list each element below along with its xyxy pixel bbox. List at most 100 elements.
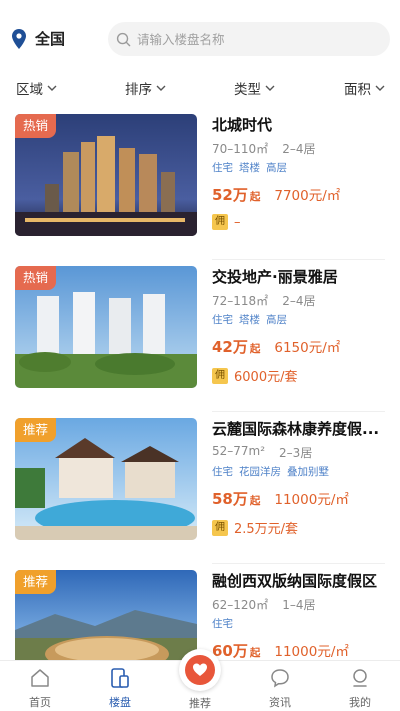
tab-mine[interactable]: 我的 xyxy=(330,667,390,710)
listing-card[interactable]: 推荐 融创西双版纳国际度假区 62–120㎡ 1–4居 住宅 60万 起 110… xyxy=(0,564,400,660)
tab-buildings-label: 楼盘 xyxy=(109,696,131,709)
listing-area: 62–120㎡ xyxy=(212,598,269,612)
search-icon xyxy=(116,32,131,46)
commission-icon: 佣 xyxy=(212,519,228,536)
listing-price: 60万 起 11000元/㎡ xyxy=(212,640,392,660)
chevron-down-icon xyxy=(156,85,166,91)
listing-area: 52–77m² xyxy=(212,444,266,458)
listing-tag: 住宅 xyxy=(212,618,233,630)
listing-meta: 62–120㎡ 1–4居 xyxy=(212,596,392,613)
hot-badge: 热销 xyxy=(15,266,57,290)
listing-card[interactable]: 热销 交投地产·丽景雅居 72–118㎡ 2–4居 住宅 塔楼 高层 42万 起… xyxy=(0,260,400,412)
listing-tag: 高层 xyxy=(266,162,287,174)
top-bar: 全国 xyxy=(0,0,400,66)
tab-recommend-label: 推荐 xyxy=(189,697,211,710)
filter-region-label: 区域 xyxy=(16,82,43,98)
listing-info: 云麓国际森林康养度假... 52–77m² 2–3居 住宅 花园洋房 叠加别墅 … xyxy=(212,418,392,537)
listing-meta: 70–110㎡ 2–4居 xyxy=(212,140,392,157)
commission-icon: 佣 xyxy=(212,367,228,384)
filter-bar: 区域 排序 类型 面积 xyxy=(0,74,400,102)
chevron-down-icon xyxy=(47,85,57,91)
listing-meta: 72–118㎡ 2–4居 xyxy=(212,292,392,309)
listing-rooms: 2–4居 xyxy=(282,142,316,156)
listing-price: 42万 起 6150元/㎡ xyxy=(212,336,392,357)
listing-tag: 住宅 xyxy=(212,466,233,478)
search-input[interactable] xyxy=(137,31,377,47)
recommend-badge: 推荐 xyxy=(15,570,57,594)
filter-sort-label: 排序 xyxy=(125,82,152,98)
listing-tags: 住宅 塔楼 高层 xyxy=(212,160,392,175)
tab-news-label: 资讯 xyxy=(269,696,291,709)
listing-rooms: 2–4居 xyxy=(282,294,316,308)
total-price: 60万 xyxy=(212,642,248,660)
tab-news[interactable]: 资讯 xyxy=(250,667,310,710)
listing-info: 融创西双版纳国际度假区 62–120㎡ 1–4居 住宅 60万 起 11000元… xyxy=(212,570,392,660)
price-suffix: 起 xyxy=(249,343,261,355)
unit-price: 11000元/㎡ xyxy=(274,644,349,660)
commission-value: 2.5万元/套 xyxy=(234,522,299,537)
tab-home-label: 首页 xyxy=(29,696,51,709)
listing-card[interactable]: 推荐 云麓国际森林康养度假... 52–77m² 2–3居 住宅 花园洋房 叠加… xyxy=(0,412,400,564)
total-price: 52万 xyxy=(212,186,248,204)
listing-tag: 住宅 xyxy=(212,162,233,174)
listing-name[interactable]: 北城时代 xyxy=(212,114,392,135)
listing-area: 72–118㎡ xyxy=(212,294,269,308)
listing-photo: 热销 xyxy=(15,266,197,388)
commission-value: 6000元/套 xyxy=(234,370,298,385)
total-price: 42万 xyxy=(212,338,248,356)
price-suffix: 起 xyxy=(249,647,261,659)
listing-photo: 热销 xyxy=(15,114,197,236)
listing-tags: 住宅 xyxy=(212,616,392,631)
listing-area: 70–110㎡ xyxy=(212,142,269,156)
listing-tag: 高层 xyxy=(266,314,287,326)
filter-type-label: 类型 xyxy=(234,82,261,98)
commission-value: – xyxy=(234,214,241,230)
filter-region[interactable]: 区域 xyxy=(16,78,57,98)
price-suffix: 起 xyxy=(249,495,261,507)
listing-tag: 叠加别墅 xyxy=(287,466,329,478)
filter-sort[interactable]: 排序 xyxy=(125,78,166,98)
listing-meta: 52–77m² 2–3居 xyxy=(212,444,392,461)
listing-rooms: 2–3居 xyxy=(279,446,313,460)
search-bar[interactable] xyxy=(108,22,390,56)
recommend-badge: 推荐 xyxy=(15,418,57,442)
filter-type[interactable]: 类型 xyxy=(234,78,275,98)
listing-name[interactable]: 融创西双版纳国际度假区 xyxy=(212,570,392,591)
listing-photo: 推荐 xyxy=(15,570,197,660)
location-selector[interactable]: 全国 xyxy=(12,28,65,49)
total-price: 58万 xyxy=(212,490,248,508)
unit-price: 7700元/㎡ xyxy=(274,188,341,204)
listing-tags: 住宅 塔楼 高层 xyxy=(212,312,392,327)
filter-area[interactable]: 面积 xyxy=(344,78,385,98)
listing-card[interactable]: 热销 北城时代 70–110㎡ 2–4居 住宅 塔楼 高层 52万 起 7700… xyxy=(0,108,400,260)
commission-row: 佣 – xyxy=(212,214,392,230)
bottom-tab-bar: 首页 楼盘 推荐 资讯 我的 xyxy=(0,649,400,711)
building-icon xyxy=(111,668,129,688)
listing-photo: 推荐 xyxy=(15,418,197,540)
listing-info: 北城时代 70–110㎡ 2–4居 住宅 塔楼 高层 52万 起 7700元/㎡… xyxy=(212,114,392,230)
recommend-circle xyxy=(185,655,215,685)
tab-recommend-button[interactable] xyxy=(179,649,221,691)
listing-name[interactable]: 云麓国际森林康养度假... xyxy=(212,418,392,439)
listing-tags: 住宅 花园洋房 叠加别墅 xyxy=(212,464,392,479)
heart-icon xyxy=(193,663,207,676)
listing-tag: 花园洋房 xyxy=(239,466,281,478)
chat-bubble-icon xyxy=(271,669,289,688)
unit-price: 6150元/㎡ xyxy=(274,340,341,356)
unit-price: 11000元/㎡ xyxy=(274,492,349,508)
listing-name[interactable]: 交投地产·丽景雅居 xyxy=(212,266,392,287)
chevron-down-icon xyxy=(265,85,275,91)
chevron-down-icon xyxy=(375,85,385,91)
listing-price: 52万 起 7700元/㎡ xyxy=(212,184,392,205)
commission-row: 佣 2.5万元/套 xyxy=(212,518,392,537)
location-pin-icon xyxy=(12,28,26,49)
listing-rooms: 1–4居 xyxy=(282,598,316,612)
home-icon xyxy=(31,669,49,687)
tab-home[interactable]: 首页 xyxy=(10,667,70,710)
listing-price: 58万 起 11000元/㎡ xyxy=(212,488,392,509)
tab-buildings[interactable]: 楼盘 xyxy=(90,667,150,710)
commission-icon: 佣 xyxy=(212,214,228,230)
listing-list[interactable]: 热销 北城时代 70–110㎡ 2–4居 住宅 塔楼 高层 52万 起 7700… xyxy=(0,108,400,660)
tab-mine-label: 我的 xyxy=(349,696,371,709)
user-icon xyxy=(353,669,367,687)
